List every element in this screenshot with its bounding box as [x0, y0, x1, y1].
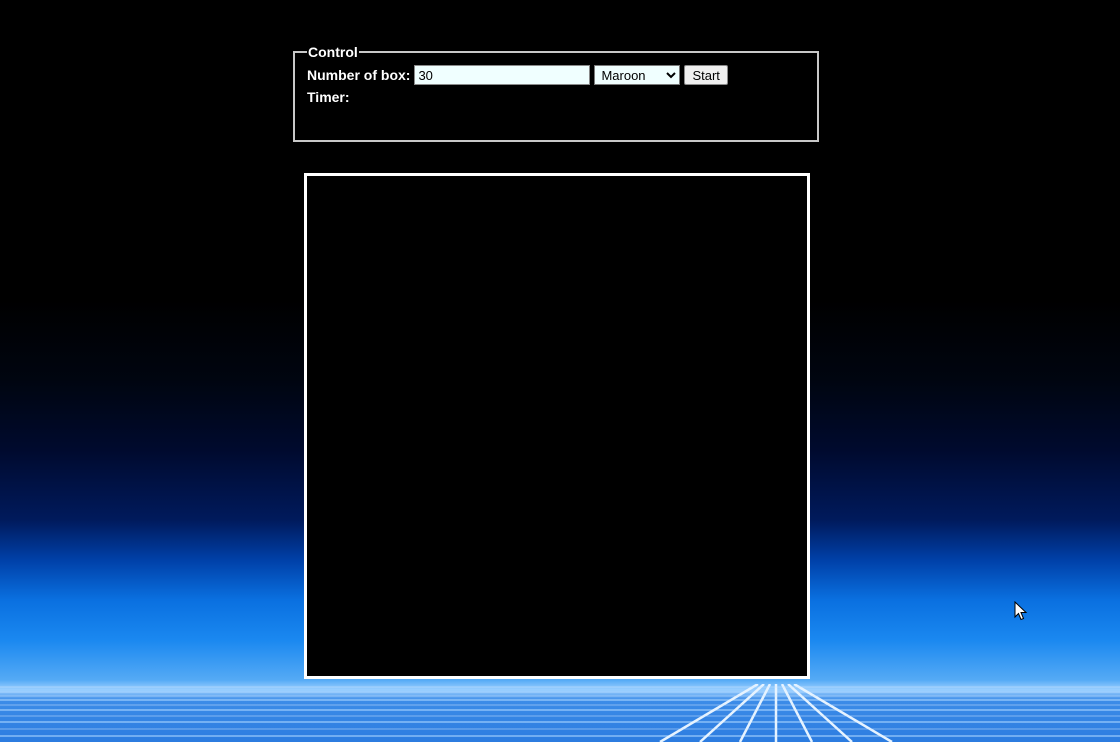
- control-legend: Control: [308, 44, 358, 60]
- box-count-row: Number of box: Maroon Start: [307, 64, 805, 86]
- color-select[interactable]: Maroon: [594, 65, 681, 85]
- box-count-input[interactable]: [414, 65, 591, 85]
- timer-row: Timer:: [307, 86, 805, 108]
- box-count-label: Number of box:: [307, 67, 411, 83]
- start-button[interactable]: Start: [684, 65, 728, 85]
- grid-floor-background: [0, 684, 1120, 742]
- timer-label: Timer:: [307, 89, 350, 105]
- control-panel: Control Number of box: Maroon Start Time…: [293, 44, 819, 142]
- game-board[interactable]: [304, 173, 810, 679]
- mouse-pointer-icon: [1014, 600, 1028, 621]
